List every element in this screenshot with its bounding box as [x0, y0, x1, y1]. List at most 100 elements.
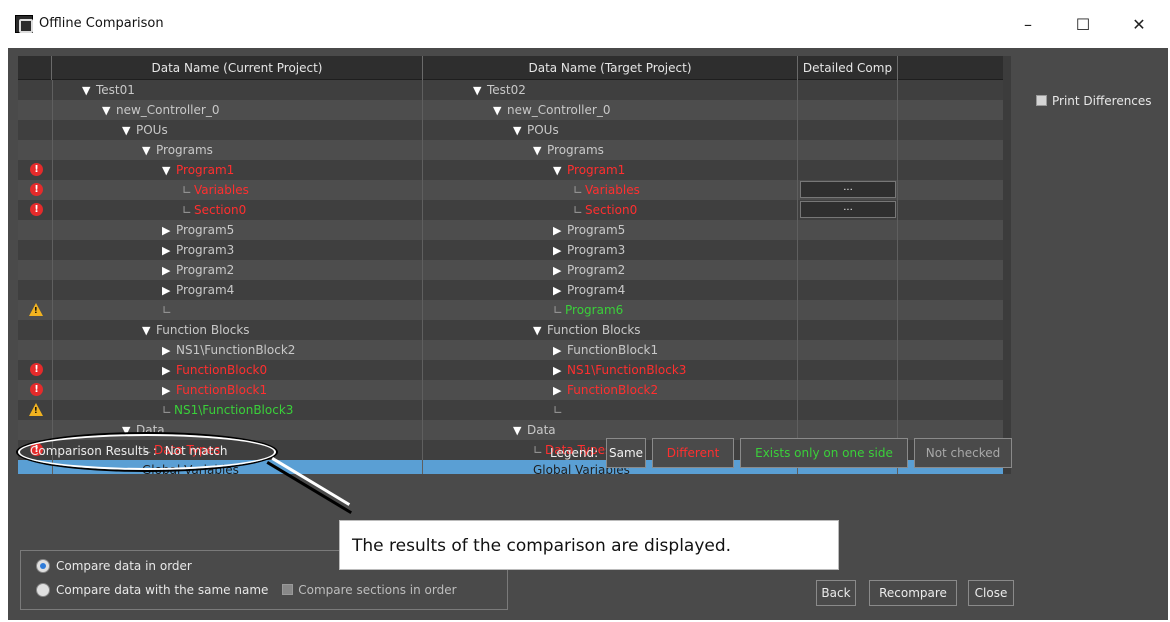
expanded-arrow-icon[interactable]: ▼ [533, 143, 547, 159]
compare-same-name-option[interactable]: Compare data with the same name Compare … [36, 583, 457, 597]
expanded-arrow-icon[interactable]: ▼ [102, 103, 116, 119]
status-cell: ! [18, 160, 52, 180]
column-divider [897, 240, 898, 260]
column-divider [897, 300, 898, 320]
table-row[interactable]: ! ▼ Program1 ▼ Program1 [18, 160, 1003, 180]
minimize-button[interactable]: – [1013, 13, 1043, 37]
detailed-compare-button[interactable]: ... [800, 201, 896, 218]
target-name-cell: ▼ new_Controller_0 [423, 100, 797, 120]
expanded-arrow-icon[interactable]: ▼ [82, 83, 96, 99]
table-row[interactable]: ▼ Programs ▼ Programs [18, 140, 1003, 160]
collapsed-arrow-icon[interactable]: ▶ [553, 263, 567, 279]
maximize-button[interactable]: ☐ [1068, 13, 1098, 37]
target-name-cell: ∟ Program6 [423, 300, 797, 320]
radio-icon[interactable] [36, 583, 50, 597]
column-divider [797, 160, 798, 180]
error-icon: ! [30, 383, 43, 396]
target-name-cell: ▶ NS1\FunctionBlock3 [423, 360, 797, 380]
close-button[interactable]: Close [968, 580, 1014, 606]
expanded-arrow-icon[interactable]: ▼ [493, 103, 507, 119]
compare-in-order-option[interactable]: Compare data in order [36, 559, 192, 573]
row-label: Program6 [565, 303, 624, 317]
column-divider [422, 320, 423, 340]
close-window-button[interactable]: ✕ [1124, 13, 1154, 37]
column-divider [797, 280, 798, 300]
collapsed-arrow-icon[interactable]: ▶ [162, 243, 176, 259]
column-divider [897, 340, 898, 360]
detail-cell [798, 420, 896, 440]
table-row[interactable]: ▼ Test01 ▼ Test02 [18, 80, 1003, 100]
column-divider [897, 180, 898, 200]
detail-cell [798, 380, 896, 400]
table-row[interactable]: ! ∟ Section0 ∟ Section0... [18, 200, 1003, 220]
table-row[interactable]: ▼ Function Blocks ▼ Function Blocks [18, 320, 1003, 340]
collapsed-arrow-icon[interactable]: ▶ [162, 363, 176, 379]
row-label: POUs [527, 123, 559, 137]
table-row[interactable]: ▶ Program2 ▶ Program2 [18, 260, 1003, 280]
expanded-arrow-icon[interactable]: ▼ [513, 123, 527, 139]
column-divider [52, 180, 53, 200]
column-divider [797, 300, 798, 320]
expanded-arrow-icon[interactable]: ▼ [122, 123, 136, 139]
table-row[interactable]: ▶ NS1\FunctionBlock2 ▶ FunctionBlock1 [18, 340, 1003, 360]
column-divider [797, 80, 798, 100]
print-differences-checkbox[interactable]: Print Differences [1036, 94, 1152, 108]
comparison-grid: Data Name (Current Project) Data Name (T… [18, 56, 1011, 474]
collapsed-arrow-icon[interactable]: ▶ [553, 283, 567, 299]
header-current[interactable]: Data Name (Current Project) [52, 56, 423, 80]
target-name-cell: ∟ Section0 [423, 200, 797, 220]
row-label: Program5 [567, 223, 626, 237]
collapsed-arrow-icon[interactable]: ▶ [553, 363, 567, 379]
collapsed-arrow-icon[interactable]: ▶ [553, 243, 567, 259]
header-detail[interactable]: Detailed Comp [798, 56, 898, 80]
expanded-arrow-icon[interactable]: ▼ [473, 83, 487, 99]
column-divider [897, 140, 898, 160]
expanded-arrow-icon[interactable]: ▼ [513, 423, 527, 439]
column-divider [422, 380, 423, 400]
target-name-cell: ▼ Program1 [423, 160, 797, 180]
table-row[interactable]: ! ▶ FunctionBlock1 ▶ FunctionBlock2 [18, 380, 1003, 400]
collapsed-arrow-icon[interactable]: ▶ [162, 263, 176, 279]
recompare-button[interactable]: Recompare [869, 580, 957, 606]
column-divider [52, 160, 53, 180]
checkbox-icon[interactable] [1036, 95, 1047, 106]
tree-leaf-icon: ∟ [182, 183, 193, 197]
table-row[interactable]: ! ▶ FunctionBlock0 ▶ NS1\FunctionBlock3 [18, 360, 1003, 380]
table-row[interactable]: ! ∟ ∟ Program6 [18, 300, 1003, 320]
expanded-arrow-icon[interactable]: ▼ [533, 323, 547, 339]
header-target[interactable]: Data Name (Target Project) [423, 56, 798, 80]
expanded-arrow-icon[interactable]: ▼ [162, 163, 176, 179]
collapsed-arrow-icon[interactable]: ▶ [162, 343, 176, 359]
current-name-cell: ∟ NS1\FunctionBlock3 [52, 400, 422, 420]
status-cell [18, 280, 52, 300]
table-row[interactable]: ▼ new_Controller_0 ▼ new_Controller_0 [18, 100, 1003, 120]
detailed-compare-button[interactable]: ... [800, 181, 896, 198]
collapsed-arrow-icon[interactable]: ▶ [553, 343, 567, 359]
radio-selected-icon[interactable] [36, 559, 50, 573]
current-name-cell: ∟ Variables [52, 180, 422, 200]
table-row[interactable]: ! ∟ NS1\FunctionBlock3 ∟ [18, 400, 1003, 420]
row-label: FunctionBlock2 [567, 383, 659, 397]
sections-in-order-label: Compare sections in order [298, 583, 457, 597]
sections-order-checkbox-icon[interactable] [282, 584, 294, 595]
column-divider [52, 340, 53, 360]
row-label: Test01 [96, 83, 135, 97]
collapsed-arrow-icon[interactable]: ▶ [553, 223, 567, 239]
table-row[interactable]: ! ∟ Variables ∟ Variables... [18, 180, 1003, 200]
expanded-arrow-icon[interactable]: ▼ [142, 143, 156, 159]
table-row[interactable]: ▶ Program4 ▶ Program4 [18, 280, 1003, 300]
collapsed-arrow-icon[interactable]: ▶ [162, 383, 176, 399]
collapsed-arrow-icon[interactable]: ▶ [553, 383, 567, 399]
expanded-arrow-icon[interactable]: ▼ [142, 323, 156, 339]
column-divider [797, 380, 798, 400]
current-name-cell: ▼ new_Controller_0 [52, 100, 422, 120]
expanded-arrow-icon[interactable]: ▼ [553, 163, 567, 179]
collapsed-arrow-icon[interactable]: ▶ [162, 283, 176, 299]
collapsed-arrow-icon[interactable]: ▶ [162, 223, 176, 239]
table-row[interactable]: ▼ POUs ▼ POUs [18, 120, 1003, 140]
column-divider [52, 200, 53, 220]
table-row[interactable]: ▶ Program5 ▶ Program5 [18, 220, 1003, 240]
back-button[interactable]: Back [816, 580, 856, 606]
table-row[interactable]: ▶ Program3 ▶ Program3 [18, 240, 1003, 260]
column-divider [52, 360, 53, 380]
